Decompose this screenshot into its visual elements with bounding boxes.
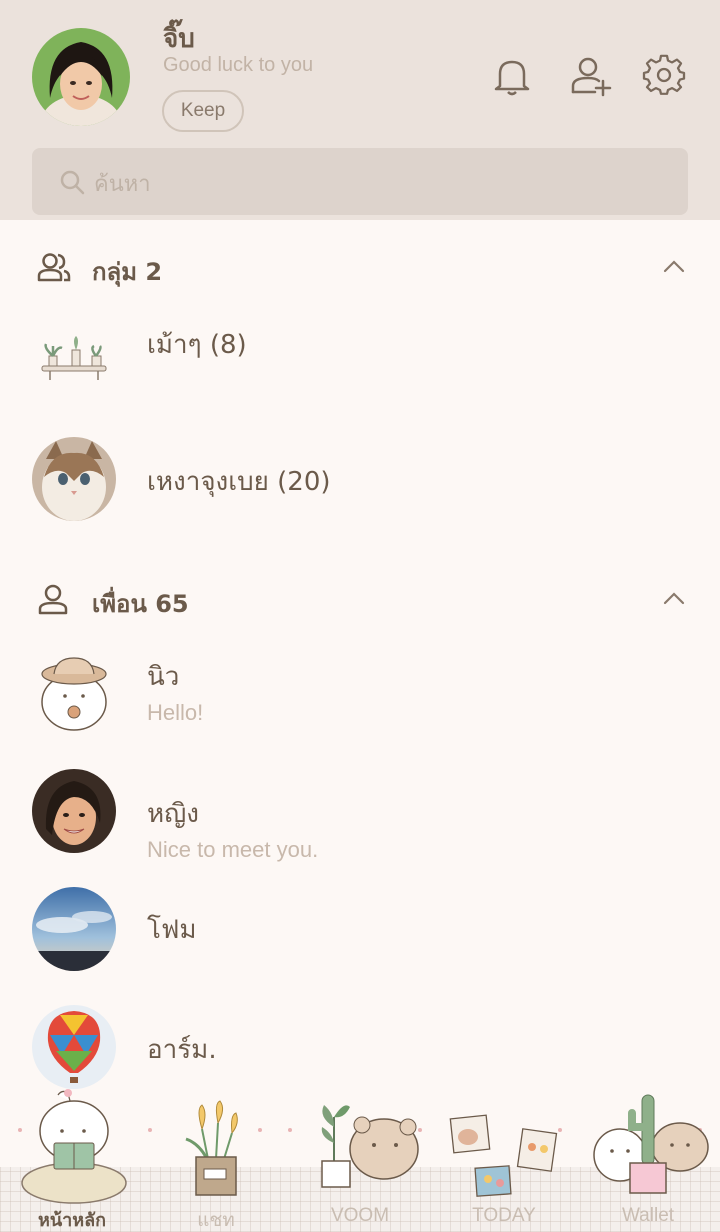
bell-icon[interactable] — [490, 54, 534, 98]
tab-home[interactable]: หน้าหลัก — [0, 1085, 144, 1232]
wallet-cactus-icon — [593, 1094, 709, 1194]
friend-name: หญิง — [147, 799, 199, 829]
today-photos-icon — [449, 1114, 558, 1197]
friends-section-header[interactable]: เพื่อน 65 — [0, 568, 720, 628]
groups-section-header[interactable]: กลุ่ม 2 — [0, 236, 720, 296]
friend-status: Nice to meet you. — [147, 837, 319, 862]
tab-voom[interactable]: VOOM — [288, 1085, 432, 1232]
bottom-tab-bar: หน้าหลัก แชท VOOM TODAY Wallet — [0, 1085, 720, 1232]
group-row[interactable]: เหงาจุงเบย (20) — [0, 437, 720, 547]
tab-label: หน้าหลัก — [37, 1210, 107, 1231]
add-friend-icon[interactable] — [569, 54, 613, 98]
tab-label: แชท — [197, 1210, 235, 1231]
gear-icon[interactable] — [642, 54, 686, 98]
chevron-up-icon[interactable] — [660, 256, 688, 276]
tab-today[interactable]: TODAY — [432, 1085, 576, 1232]
profile-header: จิ๊บ Good luck to you Keep ค้นหา — [0, 0, 720, 220]
search-icon — [60, 170, 85, 195]
search-placeholder: ค้นหา — [94, 172, 151, 197]
tab-label: TODAY — [472, 1205, 536, 1226]
friend-avatar-sky — [32, 887, 116, 971]
friend-avatar-balloon — [32, 1005, 116, 1089]
tab-chat[interactable]: แชท — [144, 1085, 288, 1232]
friend-avatar-sticker — [32, 652, 116, 736]
friend-name: อาร์ม. — [147, 1035, 217, 1065]
tab-label: Wallet — [621, 1205, 675, 1226]
group-name: เม้าๆ (8) — [147, 330, 247, 360]
friend-name: โฟม — [147, 915, 197, 945]
profile-avatar[interactable] — [32, 28, 130, 126]
group-avatar-cat — [32, 437, 116, 521]
groups-title: กลุ่ม 2 — [92, 258, 163, 286]
friend-icon — [38, 584, 68, 615]
search-input[interactable]: ค้นหา — [32, 148, 688, 215]
status-message[interactable]: Good luck to you — [163, 54, 313, 77]
voom-bear-plant-icon — [321, 1105, 419, 1188]
friend-row[interactable]: โฟม — [0, 887, 720, 997]
chevron-up-icon[interactable] — [660, 588, 688, 608]
profile-name[interactable]: จิ๊บ — [163, 18, 195, 59]
friend-row[interactable]: นิว Hello! — [0, 652, 720, 762]
group-row[interactable]: เม้าๆ (8) — [0, 318, 720, 428]
friends-title: เพื่อน 65 — [92, 590, 189, 618]
group-avatar-plants — [32, 318, 116, 402]
tab-wallet[interactable]: Wallet — [576, 1085, 720, 1232]
tab-label: VOOM — [330, 1205, 390, 1226]
group-icon — [37, 253, 71, 282]
chat-flowerpot-icon — [185, 1100, 238, 1196]
group-name: เหงาจุงเบย (20) — [147, 467, 331, 497]
friend-row[interactable]: หญิง Nice to meet you. — [0, 769, 720, 879]
keep-button[interactable]: Keep — [162, 90, 244, 132]
friend-name: นิว — [147, 662, 180, 692]
home-bunny-icon — [21, 1089, 127, 1204]
friend-avatar-photo — [32, 769, 116, 853]
friend-status: Hello! — [147, 700, 204, 725]
